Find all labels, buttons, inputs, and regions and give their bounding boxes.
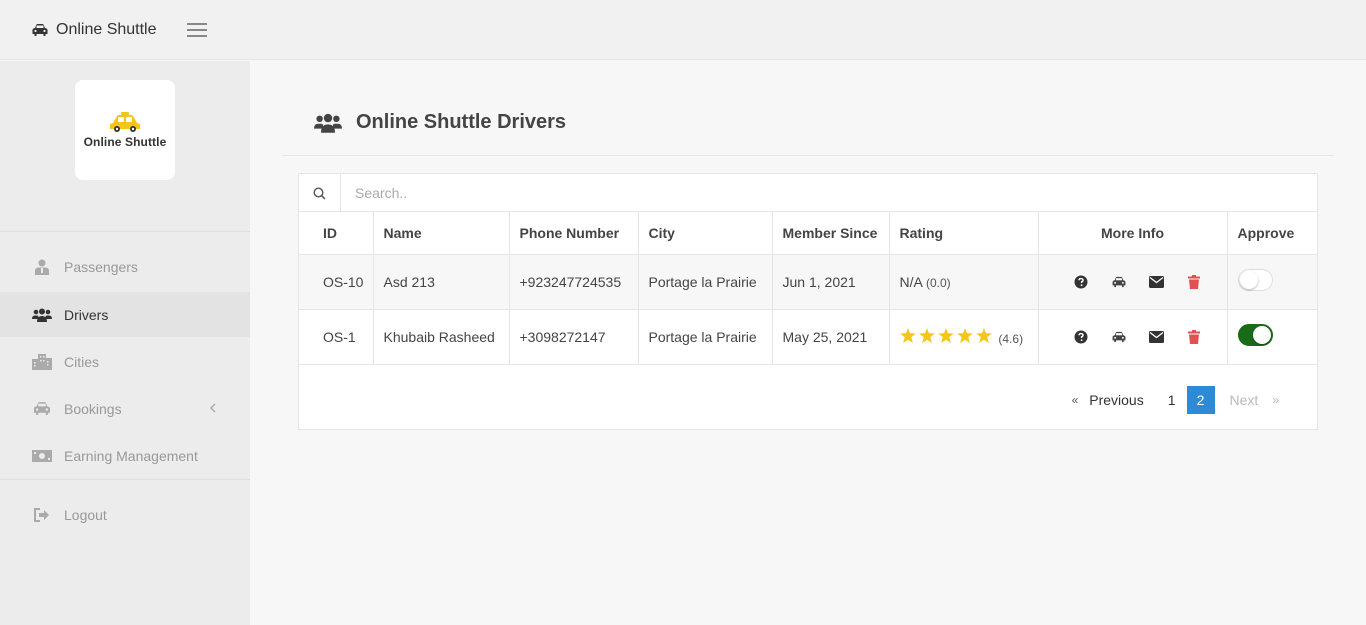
sidebar-item-logout[interactable]: Logout bbox=[0, 492, 250, 537]
cell-rating: N/A (0.0) bbox=[889, 254, 1039, 310]
page-title: Online Shuttle Drivers bbox=[356, 111, 567, 133]
sidebar-item-label: Cities bbox=[64, 353, 100, 370]
trash-icon[interactable] bbox=[1186, 274, 1202, 290]
cell-rating: (4.6) bbox=[889, 309, 1039, 365]
sidebar-item-drivers[interactable]: Drivers bbox=[0, 292, 250, 337]
column-header-name[interactable]: Name bbox=[373, 212, 510, 255]
star-icon bbox=[975, 327, 992, 343]
search-icon bbox=[299, 174, 341, 212]
cell-member-since: Jun 1, 2021 bbox=[772, 254, 890, 310]
star-icon bbox=[937, 327, 954, 343]
search-input[interactable] bbox=[341, 174, 1317, 211]
column-header-city[interactable]: City bbox=[638, 212, 773, 255]
cell-more-info bbox=[1038, 309, 1228, 365]
money-icon bbox=[32, 448, 52, 464]
car-icon bbox=[32, 23, 48, 36]
city-icon bbox=[32, 353, 52, 370]
column-header-approve: Approve bbox=[1227, 212, 1317, 255]
previous-page-button[interactable]: Previous bbox=[1082, 386, 1150, 414]
table-header-row: ID Name Phone Number City Member Since R… bbox=[299, 212, 1317, 255]
cell-id: OS-10 bbox=[299, 254, 374, 310]
chevron-left-icon[interactable] bbox=[209, 403, 216, 413]
taxi-logo-icon bbox=[110, 112, 140, 132]
question-circle-icon[interactable] bbox=[1073, 274, 1089, 290]
cell-id: OS-1 bbox=[299, 309, 374, 365]
trash-icon[interactable] bbox=[1186, 329, 1202, 345]
star-icon bbox=[918, 327, 935, 343]
next-arrow[interactable]: » bbox=[1265, 386, 1283, 414]
sidebar-item-label: Logout bbox=[64, 506, 107, 523]
cell-name: Khubaib Rasheed bbox=[373, 309, 510, 365]
sidebar-item-label: Passengers bbox=[64, 258, 138, 275]
rating-value: (4.6) bbox=[998, 331, 1024, 346]
sidebar-item-passengers[interactable]: Passengers bbox=[0, 244, 250, 289]
column-header-more-info: More Info bbox=[1038, 212, 1228, 255]
users-icon bbox=[314, 113, 342, 133]
cell-phone: +923247724535 bbox=[509, 254, 639, 310]
logo-text: Online Shuttle bbox=[83, 135, 167, 149]
question-circle-icon[interactable] bbox=[1073, 329, 1089, 345]
app-title: Online Shuttle bbox=[56, 20, 157, 38]
sidebar-item-label: Earning Management bbox=[64, 447, 198, 464]
sidebar-divider bbox=[0, 231, 250, 232]
sidebar-divider bbox=[0, 479, 250, 480]
envelope-icon[interactable] bbox=[1148, 274, 1164, 290]
user-icon bbox=[32, 259, 52, 275]
cell-name: Asd 213 bbox=[373, 254, 510, 310]
cell-city: Portage la Prairie bbox=[638, 254, 773, 310]
car-icon bbox=[32, 401, 52, 417]
pagination: « Previous 1 2 Next » bbox=[1065, 386, 1283, 414]
next-page-button[interactable]: Next bbox=[1223, 386, 1266, 414]
column-header-member-since[interactable]: Member Since bbox=[772, 212, 890, 255]
sidebar: Online Shuttle Passengers Drivers Cities… bbox=[0, 61, 250, 625]
top-bar: Online Shuttle bbox=[0, 0, 1366, 60]
car-icon[interactable] bbox=[1111, 274, 1127, 290]
table-row: OS-1 Khubaib Rasheed +3098272147 Portage… bbox=[299, 309, 1317, 365]
cell-more-info bbox=[1038, 254, 1228, 310]
column-header-rating[interactable]: Rating bbox=[889, 212, 1039, 255]
sidebar-item-cities[interactable]: Cities bbox=[0, 339, 250, 384]
sidebar-item-earning-management[interactable]: Earning Management bbox=[0, 433, 250, 478]
column-header-phone[interactable]: Phone Number bbox=[509, 212, 639, 255]
brand[interactable]: Online Shuttle bbox=[32, 21, 157, 39]
column-header-id[interactable]: ID bbox=[299, 212, 374, 255]
table-row: OS-10 Asd 213 +923247724535 Portage la P… bbox=[299, 254, 1317, 310]
star-icon bbox=[956, 327, 973, 343]
page-button-2[interactable]: 2 bbox=[1186, 386, 1215, 414]
rating-stars bbox=[899, 327, 995, 343]
approve-toggle[interactable] bbox=[1237, 269, 1273, 291]
car-icon[interactable] bbox=[1111, 329, 1127, 345]
drivers-card: ID Name Phone Number City Member Since R… bbox=[298, 173, 1318, 430]
rating-text: N/A bbox=[899, 273, 923, 290]
cell-member-since: May 25, 2021 bbox=[772, 309, 890, 365]
cell-city: Portage la Prairie bbox=[638, 309, 773, 365]
cell-approve bbox=[1227, 254, 1317, 310]
users-icon bbox=[32, 307, 52, 323]
approve-toggle[interactable] bbox=[1237, 324, 1273, 346]
logo: Online Shuttle bbox=[75, 80, 175, 180]
cell-phone: +3098272147 bbox=[509, 309, 639, 365]
star-icon bbox=[899, 327, 916, 343]
envelope-icon[interactable] bbox=[1148, 329, 1164, 345]
logout-icon bbox=[32, 507, 52, 523]
previous-arrow[interactable]: « bbox=[1065, 386, 1083, 414]
menu-toggle-icon[interactable] bbox=[186, 22, 207, 37]
drivers-table: ID Name Phone Number City Member Since R… bbox=[299, 212, 1317, 365]
rating-value: (0.0) bbox=[925, 275, 951, 290]
sidebar-item-bookings[interactable]: Bookings bbox=[0, 386, 250, 431]
sidebar-item-label: Drivers bbox=[64, 306, 109, 323]
sidebar-item-label: Bookings bbox=[64, 400, 122, 417]
page-header: Online Shuttle Drivers bbox=[282, 90, 1334, 156]
page-button-1[interactable]: 1 bbox=[1161, 386, 1183, 414]
search-bar bbox=[299, 174, 1317, 212]
cell-approve bbox=[1227, 309, 1317, 365]
